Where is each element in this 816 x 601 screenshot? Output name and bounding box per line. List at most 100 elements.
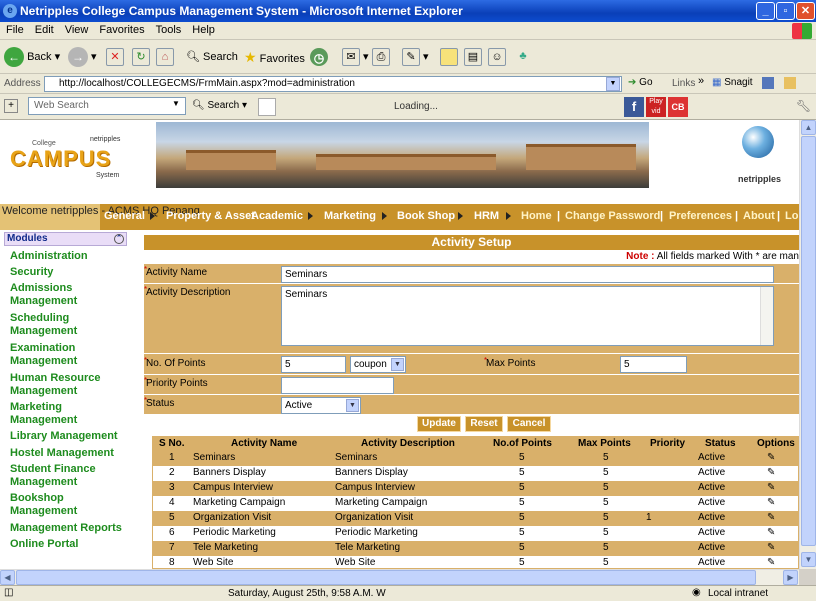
close-button[interactable]: ✕: [796, 2, 815, 20]
sidebar-item-scheduling[interactable]: Scheduling Management: [10, 312, 90, 338]
search-button[interactable]: 🔍︎ Search: [186, 47, 238, 67]
sidebar-item-hostel[interactable]: Hostel Management: [10, 447, 128, 460]
table-row[interactable]: 8 Web Site Web Site 5 5 Active ✎: [153, 556, 799, 569]
table-row[interactable]: 1 Seminars Seminars 5 5 Active ✎: [153, 451, 799, 466]
nav-logout[interactable]: Lo: [785, 210, 798, 222]
nav-change-password[interactable]: Change Password: [565, 210, 660, 222]
table-row[interactable]: 6 Periodic Marketing Periodic Marketing 5 5 A…: [153, 526, 799, 541]
web-search-button[interactable]: 🔍︎ Search ▾: [192, 100, 247, 111]
menu-tools[interactable]: Tools: [150, 22, 187, 36]
menu-file[interactable]: File: [0, 22, 29, 36]
table-row[interactable]: 5 Organization Visit Organization Visit 5 5 1…: [153, 511, 799, 526]
menu-edit[interactable]: Edit: [29, 22, 59, 36]
horizontal-scrollbar[interactable]: ◀ ▶: [0, 569, 799, 585]
discuss-button[interactable]: [440, 47, 458, 67]
sidebar-item-marketing[interactable]: Marketing Management: [10, 401, 90, 427]
activity-description-textarea[interactable]: Seminars: [281, 286, 774, 346]
nav-property-asset[interactable]: Property & Asset: [166, 210, 255, 222]
wrench-icon[interactable]: 🔧︎: [796, 99, 811, 113]
edit-pencil-icon[interactable]: ✎: [767, 452, 779, 464]
edit-pencil-icon[interactable]: ✎: [767, 512, 779, 524]
horizontal-scroll-thumb[interactable]: [16, 570, 756, 585]
textarea-scrollbar[interactable]: [760, 287, 773, 345]
edit-button[interactable]: ✎ ▾: [402, 47, 429, 67]
edit-pencil-icon[interactable]: ✎: [767, 527, 779, 539]
update-button[interactable]: Update: [417, 416, 461, 432]
priority-input[interactable]: [281, 377, 394, 394]
edit-pencil-icon[interactable]: ✎: [767, 497, 779, 509]
back-button[interactable]: ← Back ▾: [4, 47, 60, 68]
links-label[interactable]: Links: [672, 78, 695, 89]
sidebar-item-bookshop[interactable]: Bookshop Management: [10, 492, 90, 518]
vertical-scrollbar[interactable]: ▲ ▼: [799, 120, 816, 569]
sidebar-item-management-reports[interactable]: Management Reports: [10, 522, 128, 535]
snagit-button[interactable]: ▦ Snagit: [712, 77, 753, 88]
stop-button[interactable]: ✕: [106, 47, 124, 67]
people-button[interactable]: ♣: [514, 47, 532, 67]
vertical-scroll-thumb[interactable]: [801, 136, 816, 546]
mail-button[interactable]: ✉ ▾: [342, 47, 369, 67]
refresh-button[interactable]: ↻: [132, 47, 150, 67]
table-row[interactable]: 7 Tele Marketing Tele Marketing 5 5 Active ✎: [153, 541, 799, 556]
table-row[interactable]: 4 Marketing Campaign Marketing Campaign 5 5 A…: [153, 496, 799, 511]
max-points-input[interactable]: 5: [620, 356, 687, 373]
address-dropdown-icon[interactable]: ▼: [606, 77, 620, 91]
reset-button[interactable]: Reset: [465, 416, 503, 432]
web-search-input[interactable]: Web Search: [28, 97, 186, 115]
go-button[interactable]: ➔ Go: [628, 77, 653, 88]
snagit-capture-icon[interactable]: [784, 77, 796, 89]
forward-button[interactable]: → ▾: [68, 47, 97, 68]
sidebar-item-administration[interactable]: Administration: [10, 250, 128, 263]
sidebar-item-student-finance[interactable]: Student Finance Management: [10, 463, 110, 489]
maximize-button[interactable]: ▫: [776, 2, 795, 20]
nav-home[interactable]: Home: [521, 210, 552, 222]
menu-help[interactable]: Help: [186, 22, 220, 36]
home-button[interactable]: ⌂: [156, 47, 174, 67]
menu-view[interactable]: View: [59, 22, 94, 36]
toolbar-page-icon[interactable]: [258, 98, 276, 116]
snagit-window-icon[interactable]: [762, 77, 774, 89]
nav-academic[interactable]: Academic: [251, 210, 303, 222]
sidebar-item-security[interactable]: Security: [10, 266, 128, 279]
nav-preferences[interactable]: Preferences: [669, 210, 732, 222]
sidebar-item-admissions[interactable]: Admissions Management: [10, 282, 90, 308]
sidebar-item-human-resource[interactable]: Human Resource Management: [10, 372, 120, 398]
edit-pencil-icon[interactable]: ✎: [767, 557, 779, 569]
scroll-down-icon[interactable]: ▼: [801, 552, 816, 567]
edit-pencil-icon[interactable]: ✎: [767, 482, 779, 494]
sidebar-item-library[interactable]: Library Management: [10, 430, 128, 443]
nav-book-shop[interactable]: Book Shop: [397, 210, 455, 222]
plus-icon[interactable]: +: [4, 99, 18, 113]
table-row[interactable]: 2 Banners Display Banners Display 5 5 Active ✎: [153, 466, 799, 481]
scroll-up-icon[interactable]: ▲: [801, 120, 816, 135]
history-button[interactable]: ◷: [310, 47, 328, 67]
research-button[interactable]: ▤: [464, 47, 482, 67]
sidebar-item-online-portal[interactable]: Online Portal: [10, 538, 128, 551]
cancel-button[interactable]: Cancel: [507, 416, 551, 432]
print-button[interactable]: ⎙: [372, 47, 390, 67]
collapse-icon[interactable]: ⌃: [114, 234, 124, 244]
nav-about[interactable]: About: [743, 210, 775, 222]
table-row[interactable]: 3 Campus Interview Campus Interview 5 5 Activ…: [153, 481, 799, 496]
chevron-right-icon[interactable]: »: [698, 75, 704, 87]
scroll-left-icon[interactable]: ◀: [0, 570, 15, 585]
sidebar-item-examination[interactable]: Examination Management: [10, 342, 90, 368]
edit-pencil-icon[interactable]: ✎: [767, 542, 779, 554]
play-video-icon[interactable]: Play vid: [646, 97, 666, 117]
favorites-button[interactable]: ★ Favorites: [244, 47, 305, 67]
menu-favorites[interactable]: Favorites: [93, 22, 149, 36]
nav-hrm[interactable]: HRM: [474, 210, 499, 222]
scroll-right-icon[interactable]: ▶: [783, 570, 798, 585]
points-input[interactable]: 5: [281, 356, 346, 373]
web-search-dropdown-icon[interactable]: ▼: [172, 99, 180, 108]
nav-general[interactable]: General: [104, 210, 145, 222]
cb-icon[interactable]: CB: [668, 97, 688, 117]
facebook-icon[interactable]: f: [624, 97, 644, 117]
activity-name-input[interactable]: Seminars: [281, 266, 774, 283]
minimize-button[interactable]: _: [756, 2, 775, 20]
edit-pencil-icon[interactable]: ✎: [767, 467, 779, 479]
points-unit-select[interactable]: coupon ▼: [350, 356, 406, 373]
status-select[interactable]: Active ▼: [281, 397, 361, 414]
messenger-button[interactable]: ☺: [488, 47, 506, 67]
address-input[interactable]: http://localhost/COLLEGECMS/FrmMain.aspx…: [44, 76, 622, 92]
